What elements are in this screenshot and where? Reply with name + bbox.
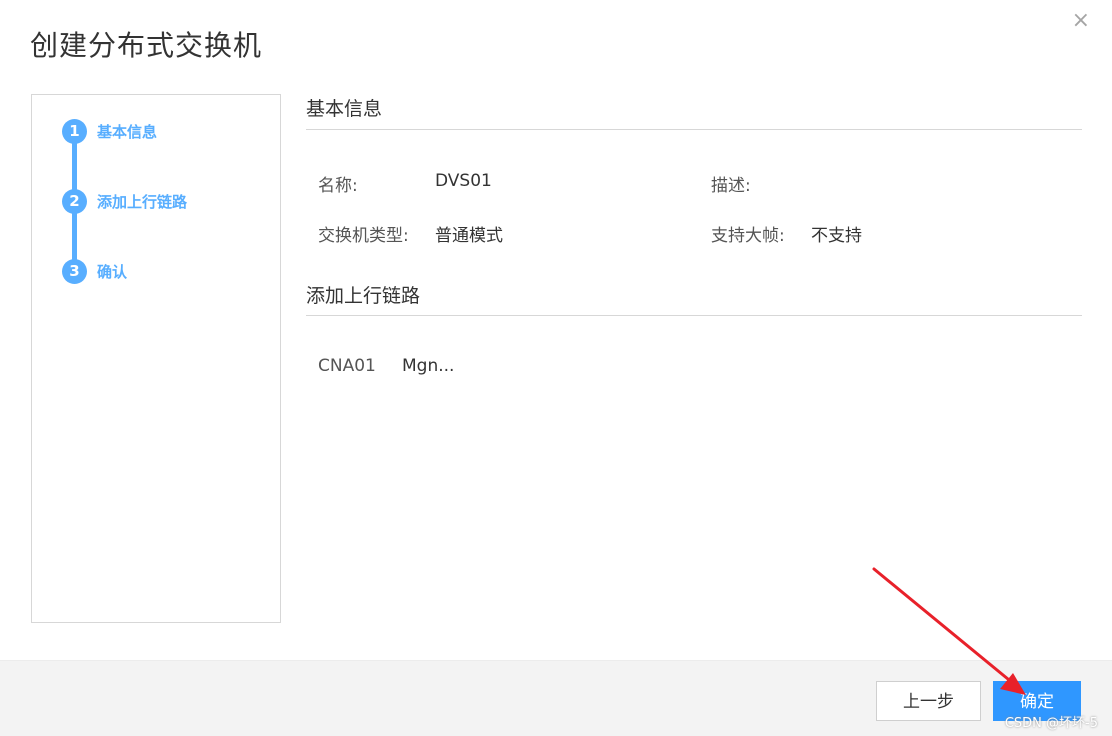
steps-panel: 1 基本信息 2 添加上行链路 3 确认	[31, 94, 281, 623]
step-basic-info[interactable]: 1 基本信息	[62, 119, 157, 144]
jumbo-frame-value: 不支持	[811, 226, 862, 246]
step-add-uplink[interactable]: 2 添加上行链路	[62, 189, 187, 214]
step-number: 3	[62, 259, 87, 284]
section-title-basic: 基本信息	[306, 98, 383, 120]
divider	[306, 315, 1082, 316]
jumbo-frame-label: 支持大帧:	[711, 226, 785, 246]
divider	[306, 129, 1082, 130]
description-label: 描述:	[711, 176, 751, 196]
step-label: 确认	[97, 263, 128, 281]
step-number: 2	[62, 189, 87, 214]
step-number: 1	[62, 119, 87, 144]
dialog-title: 创建分布式交换机	[30, 29, 263, 62]
name-label: 名称:	[318, 176, 358, 196]
switch-type-value: 普通模式	[435, 226, 503, 246]
uplink-port: Mgn...	[402, 356, 455, 376]
create-dvs-dialog: 创建分布式交换机 × 1 基本信息 2 添加上行链路 3 确认 基本信息 名称:…	[0, 0, 1112, 736]
section-title-uplink: 添加上行链路	[306, 285, 421, 307]
watermark: CSDN @坏坏-5	[1004, 716, 1098, 731]
step-label: 添加上行链路	[97, 193, 188, 211]
step-confirm[interactable]: 3 确认	[62, 259, 127, 284]
uplink-host: CNA01	[318, 356, 376, 376]
close-icon[interactable]: ×	[1072, 10, 1090, 32]
switch-type-label: 交换机类型:	[318, 226, 409, 246]
dialog-footer: 上一步 确定 CSDN @坏坏-5	[0, 660, 1112, 736]
name-value: DVS01	[435, 171, 492, 191]
previous-step-button[interactable]: 上一步	[876, 681, 981, 721]
step-label: 基本信息	[97, 123, 158, 141]
